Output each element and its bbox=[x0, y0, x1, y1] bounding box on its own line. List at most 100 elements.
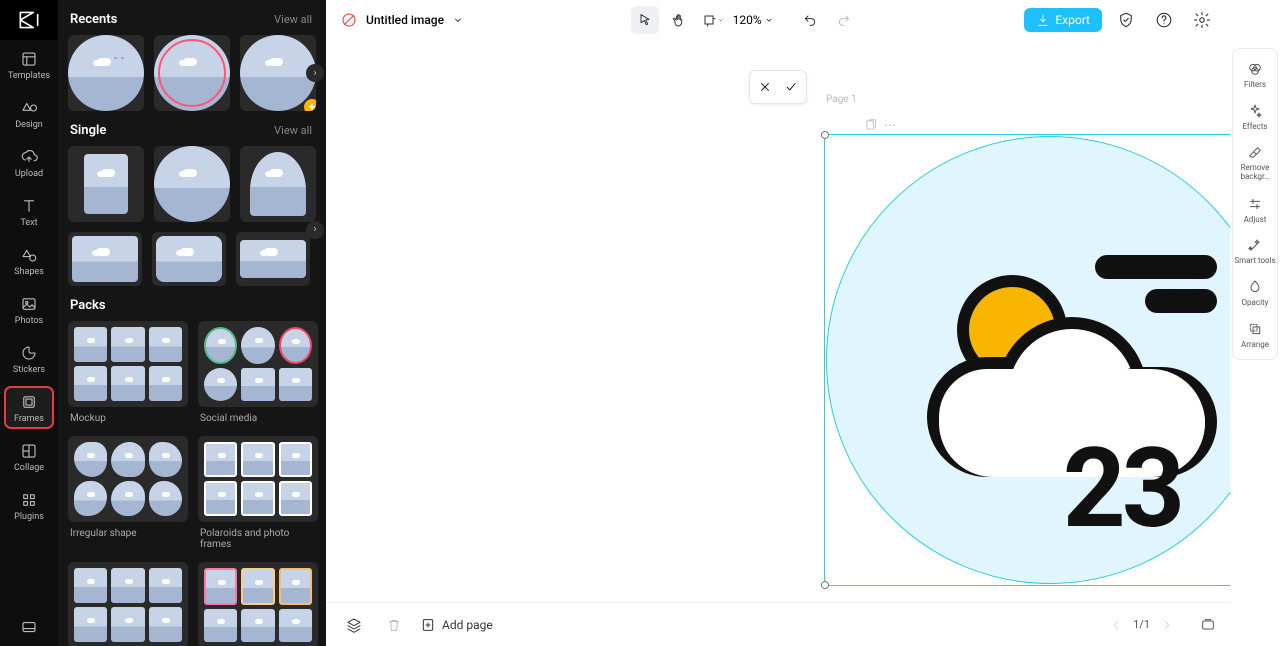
nav-upload[interactable]: Upload bbox=[5, 142, 53, 183]
frame-thumb[interactable] bbox=[240, 146, 316, 222]
upload-icon bbox=[20, 148, 38, 166]
help-icon bbox=[1155, 11, 1173, 29]
filters-button[interactable]: Filters bbox=[1233, 53, 1277, 95]
pack-social[interactable]: Social media bbox=[198, 321, 318, 426]
presentation-icon[interactable] bbox=[1200, 617, 1216, 633]
nav-stickers[interactable]: Stickers bbox=[5, 338, 53, 379]
nav-label: Plugins bbox=[14, 512, 44, 522]
effects-button[interactable]: Effects bbox=[1233, 95, 1277, 137]
adjust-button[interactable]: Adjust bbox=[1233, 188, 1277, 230]
rr-label: Arrange bbox=[1241, 340, 1269, 349]
topbar: Untitled image 120% Export bbox=[326, 0, 1230, 40]
redo-icon bbox=[836, 12, 852, 28]
single-title: Single bbox=[70, 123, 106, 138]
shield-button[interactable] bbox=[1112, 6, 1140, 34]
page-more-icon[interactable]: ⋯ bbox=[884, 118, 896, 132]
add-page-label: Add page bbox=[442, 618, 493, 632]
prev-page-icon[interactable] bbox=[1109, 618, 1123, 632]
photos-icon bbox=[20, 295, 38, 313]
delete-button[interactable] bbox=[380, 611, 408, 639]
frame-thumb[interactable] bbox=[154, 35, 230, 111]
frame-thumb[interactable] bbox=[154, 146, 230, 222]
pack-polaroids[interactable]: Polaroids and photo frames bbox=[198, 436, 318, 552]
filters-icon bbox=[1247, 61, 1263, 77]
nav-templates[interactable]: Templates bbox=[5, 44, 53, 85]
collage-icon bbox=[20, 442, 38, 460]
nav-photos[interactable]: Photos bbox=[5, 289, 53, 330]
nav-label: Frames bbox=[14, 414, 44, 424]
nav-bottom-button[interactable] bbox=[5, 608, 53, 646]
pack-more[interactable] bbox=[198, 562, 318, 646]
help-button[interactable] bbox=[1150, 6, 1178, 34]
nav-label: Photos bbox=[15, 316, 43, 326]
opacity-button[interactable]: Opacity bbox=[1233, 271, 1277, 313]
layers-icon bbox=[346, 617, 362, 633]
no-color-icon[interactable] bbox=[340, 11, 358, 29]
chevron-down-icon bbox=[717, 16, 725, 24]
app-logo[interactable] bbox=[0, 0, 58, 40]
pack-label: Irregular shape bbox=[68, 522, 188, 541]
export-button[interactable]: Export bbox=[1024, 8, 1102, 32]
cursor-icon bbox=[637, 12, 653, 28]
cancel-edit-button[interactable] bbox=[752, 75, 778, 99]
nav-label: Templates bbox=[8, 71, 50, 81]
frame-thumb[interactable] bbox=[68, 232, 142, 286]
crop-tool[interactable] bbox=[699, 6, 727, 34]
chevron-down-icon bbox=[764, 15, 774, 25]
rr-label: Smart tools bbox=[1234, 257, 1275, 266]
frame-thumb[interactable]: ⌄⌄ bbox=[68, 35, 144, 111]
frames-panel: Recents View all ⌄⌄ + › Single View all … bbox=[58, 0, 326, 646]
eraser-icon bbox=[1247, 145, 1263, 161]
pack-mockup[interactable]: Mockup bbox=[68, 321, 188, 426]
frame-thumb[interactable] bbox=[68, 146, 144, 222]
zoom-control[interactable]: 120% bbox=[733, 13, 774, 27]
plus-badge-icon: + bbox=[304, 99, 316, 111]
chevron-down-icon[interactable] bbox=[452, 14, 464, 26]
frame-thumb[interactable] bbox=[236, 232, 310, 286]
smart-tools-button[interactable]: Smart tools bbox=[1233, 230, 1277, 272]
bottombar: Add page 1/1 bbox=[326, 602, 1230, 646]
redo-button[interactable] bbox=[830, 6, 858, 34]
recents-viewall[interactable]: View all bbox=[274, 13, 312, 26]
shapes-icon bbox=[20, 246, 38, 264]
frames-icon bbox=[20, 393, 38, 411]
nav-plugins[interactable]: Plugins bbox=[5, 485, 53, 526]
select-tool[interactable] bbox=[631, 6, 659, 34]
nav-label: Stickers bbox=[13, 365, 45, 375]
single-section: Single View all › bbox=[68, 111, 326, 286]
crop-icon bbox=[701, 12, 717, 28]
nav-label: Shapes bbox=[14, 267, 44, 277]
canvas[interactable]: Page 1 ⋯ 23 bbox=[326, 40, 1230, 602]
frame-thumb[interactable] bbox=[152, 232, 226, 286]
single-viewall[interactable]: View all bbox=[274, 124, 312, 137]
add-page-button[interactable]: Add page bbox=[420, 617, 493, 633]
scroll-right-icon[interactable]: › bbox=[306, 64, 324, 82]
nav-collage[interactable]: Collage bbox=[5, 436, 53, 477]
pack-irregular[interactable]: Irregular shape bbox=[68, 436, 188, 552]
undo-button[interactable] bbox=[796, 6, 824, 34]
close-icon bbox=[758, 80, 772, 94]
nav-text[interactable]: Text bbox=[5, 191, 53, 232]
resize-handle[interactable] bbox=[821, 131, 829, 139]
arrange-button[interactable]: Arrange bbox=[1233, 313, 1277, 355]
frame-thumb[interactable]: + bbox=[240, 35, 316, 111]
project-title[interactable]: Untitled image bbox=[366, 13, 444, 27]
pack-label: Mockup bbox=[68, 407, 188, 426]
pack-label: Social media bbox=[198, 407, 318, 426]
layers-button[interactable] bbox=[340, 611, 368, 639]
nav-frames[interactable]: Frames bbox=[5, 387, 53, 428]
pack-more[interactable] bbox=[68, 562, 188, 646]
selection-box[interactable] bbox=[824, 134, 1230, 586]
remove-bg-button[interactable]: Remove backgr… bbox=[1233, 137, 1277, 188]
nav-design[interactable]: Design bbox=[5, 93, 53, 134]
settings-button[interactable] bbox=[1188, 6, 1216, 34]
next-page-icon[interactable] bbox=[1160, 618, 1174, 632]
recents-title: Recents bbox=[70, 12, 117, 27]
hand-tool[interactable] bbox=[665, 6, 693, 34]
confirm-edit-button[interactable] bbox=[778, 75, 804, 99]
export-icon bbox=[1036, 13, 1050, 27]
duplicate-page-icon[interactable] bbox=[864, 118, 878, 132]
resize-handle[interactable] bbox=[821, 581, 829, 589]
nav-shapes[interactable]: Shapes bbox=[5, 240, 53, 281]
rr-label: Effects bbox=[1242, 122, 1267, 131]
